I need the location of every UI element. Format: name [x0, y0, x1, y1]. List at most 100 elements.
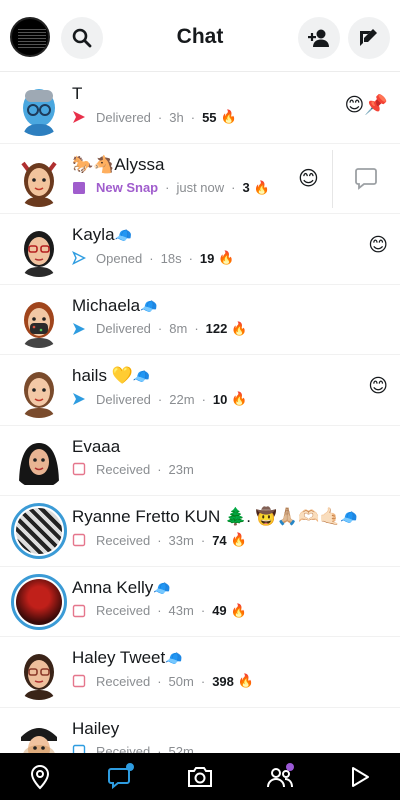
- separator: ·: [157, 673, 162, 689]
- delivered-chat-icon: [73, 322, 85, 335]
- chat-row[interactable]: Michaela🧢 Delivered · 8m · 122 🔥: [0, 284, 400, 355]
- chat-name-text: Anna Kelly: [72, 577, 154, 597]
- chat-row[interactable]: Kayla🧢 Opened · 18s · 19 🔥 😊: [0, 214, 400, 285]
- status-label: Received: [96, 461, 151, 477]
- friend-emoji: 😊📌: [344, 95, 388, 116]
- chat-row[interactable]: Hailey Received · 52m: [0, 707, 400, 754]
- separator: ·: [157, 109, 163, 125]
- chat-status: New Snap · just now · 3 🔥: [72, 180, 270, 196]
- status-time: 8m: [169, 321, 188, 336]
- streak-count: 19: [199, 250, 215, 266]
- add-friend-button[interactable]: [298, 17, 340, 59]
- fire-icon: 🔥: [231, 320, 248, 336]
- separator: ·: [157, 603, 162, 618]
- status-label: Received: [96, 603, 151, 618]
- chat-status: Received · 33m · 74 🔥: [72, 532, 247, 548]
- chat-row[interactable]: 🐎🐴Alyssa New Snap · just now · 3 🔥 😊: [0, 143, 400, 214]
- received-snap-icon: [72, 462, 86, 476]
- chat-row[interactable]: Anna Kelly🧢 Received · 43m · 49 🔥: [0, 566, 400, 637]
- divider: [332, 149, 333, 208]
- stories-notification-dot: [286, 762, 294, 771]
- bitmoji-avatar: [11, 80, 67, 136]
- bottom-navigation: [0, 753, 400, 800]
- map-icon: [30, 764, 50, 789]
- story-thumbnail: [16, 508, 62, 554]
- bitmoji-avatar: [11, 221, 67, 277]
- chat-name: Ryanne Fretto KUN 🌲. 🤠🙏🏼🫶🏻🤙🏻🧢: [72, 507, 358, 527]
- friend-emoji: 😊: [298, 167, 319, 190]
- status-label: Opened: [96, 250, 143, 266]
- status-time: 18s: [160, 250, 182, 266]
- bitmoji-avatar: [11, 362, 67, 418]
- fire-icon: 🔥: [220, 109, 237, 124]
- status-label: Delivered: [96, 109, 151, 125]
- status-label: Received: [96, 673, 151, 689]
- chat-row[interactable]: Haley Tweet🧢 Received · 50m · 398 🔥: [0, 637, 400, 708]
- status-label: Delivered: [96, 321, 151, 336]
- separator: ·: [157, 461, 162, 477]
- status-time: 22m: [169, 391, 195, 407]
- story-avatar[interactable]: [11, 503, 67, 559]
- received-snap-icon: [72, 674, 86, 688]
- chat-name: hails 💛🧢: [72, 366, 150, 386]
- streak-count: 398: [212, 673, 234, 689]
- chat-status: Delivered · 8m · 122 🔥: [72, 321, 248, 337]
- separator: ·: [200, 532, 206, 548]
- bitmoji-avatar: [11, 714, 67, 753]
- separator: ·: [157, 321, 163, 336]
- nav-chat[interactable]: [100, 757, 140, 797]
- separator: ·: [200, 603, 206, 618]
- streak-count: 122: [205, 321, 228, 336]
- bitmoji-avatar: [11, 432, 67, 489]
- chat-name: Haley Tweet🧢: [72, 648, 183, 668]
- friend-emoji: 😊: [368, 376, 388, 397]
- received-snap-icon: [72, 533, 86, 547]
- separator: ·: [200, 673, 206, 689]
- story-avatar[interactable]: [11, 573, 67, 630]
- spotlight-icon: [352, 766, 369, 787]
- streak-count: 55: [202, 109, 217, 125]
- fire-icon: 🔥: [253, 179, 270, 195]
- chat-list: T Delivered · 3h · 55 🔥 😊📌 🐎🐴Alyssa New S…: [0, 73, 400, 753]
- chat-row[interactable]: hails 💛🧢 Delivered · 22m · 10 🔥 😊: [0, 355, 400, 426]
- separator: ·: [149, 250, 154, 266]
- status-label: Received: [96, 743, 151, 754]
- status-time: 33m: [168, 532, 194, 548]
- chat-status: Received · 23m: [72, 462, 194, 477]
- add-friend-icon: [308, 29, 329, 47]
- new-chat-button[interactable]: [348, 17, 390, 59]
- chat-notification-dot: [126, 762, 134, 771]
- status-time: 3h: [169, 109, 184, 125]
- chat-name: Kayla🧢: [72, 225, 132, 245]
- separator: ·: [157, 743, 162, 754]
- chat-name: 🐎🐴Alyssa: [72, 154, 165, 174]
- bitmoji-avatar: [11, 644, 67, 700]
- chat-row[interactable]: T Delivered · 3h · 55 🔥 😊📌: [0, 73, 400, 144]
- cap-emoji: 🧢: [132, 368, 151, 384]
- status-label: Delivered: [96, 391, 151, 407]
- fire-icon: 🔥: [218, 250, 235, 265]
- separator: ·: [188, 250, 193, 266]
- chat-name: Evaaa: [72, 436, 121, 456]
- friend-emoji: 😊: [368, 235, 388, 256]
- quick-chat-icon[interactable]: [352, 166, 380, 190]
- nav-spotlight[interactable]: [340, 757, 380, 797]
- separator: ·: [201, 391, 206, 407]
- cap-emoji: 🧢: [153, 579, 171, 596]
- nav-map[interactable]: [20, 757, 60, 797]
- chat-name: T: [72, 84, 83, 103]
- fire-icon: 🔥: [230, 602, 247, 618]
- status-time: 52m: [168, 743, 194, 754]
- chat-status: Delivered · 3h · 55 🔥: [72, 109, 237, 125]
- chat-row[interactable]: Evaaa Received · 23m: [0, 425, 400, 496]
- new-snap-icon: [73, 181, 85, 194]
- nav-camera[interactable]: [180, 757, 220, 797]
- chat-row[interactable]: Ryanne Fretto KUN 🌲. 🤠🙏🏼🫶🏻🤙🏻🧢 Received ·…: [0, 496, 400, 567]
- status-time: just now: [176, 180, 225, 195]
- fire-icon: 🔥: [231, 391, 248, 406]
- nav-stories[interactable]: [260, 757, 300, 797]
- status-time: 50m: [168, 673, 194, 689]
- received-snap-icon: [72, 604, 86, 617]
- separator: ·: [157, 532, 162, 548]
- chat-name-text: hails 💛: [72, 366, 133, 385]
